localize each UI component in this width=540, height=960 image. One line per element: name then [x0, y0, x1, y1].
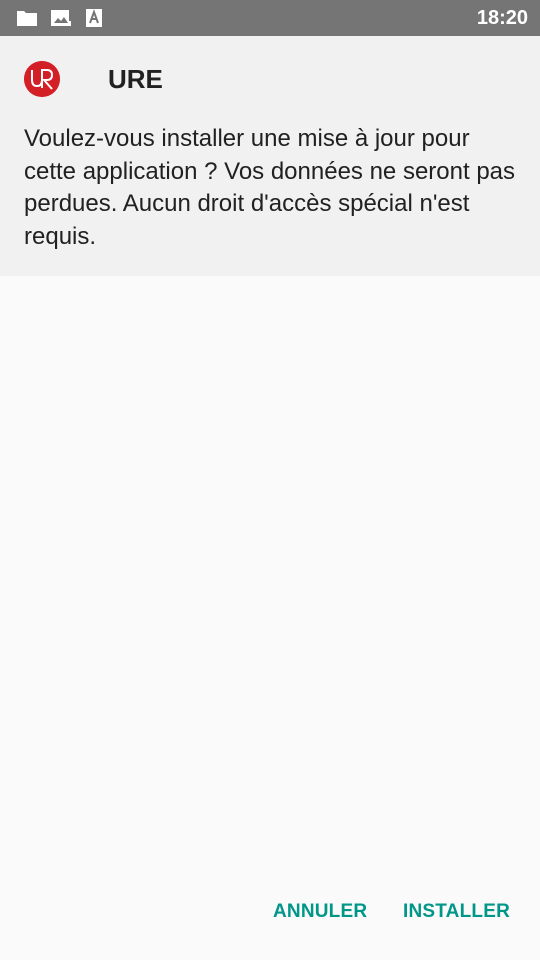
install-message: Voulez-vous installer une mise à jour po…	[24, 125, 516, 250]
app-name: URE	[108, 64, 163, 94]
status-time: 18:20	[476, 7, 528, 29]
status-bar: 18:20	[0, 0, 540, 36]
cancel-button[interactable]: ANNULER	[265, 888, 375, 936]
notification-icons	[16, 8, 106, 28]
install-dialog-header: URE Voulez-vous installer une mise à jou…	[0, 36, 540, 276]
install-button[interactable]: INSTALLER	[395, 888, 518, 936]
ure-logo-icon	[24, 61, 60, 97]
dialog-content	[0, 276, 540, 960]
image-notification-icon	[51, 10, 71, 26]
text-notification-icon	[86, 9, 102, 27]
folder-icon	[17, 11, 37, 26]
